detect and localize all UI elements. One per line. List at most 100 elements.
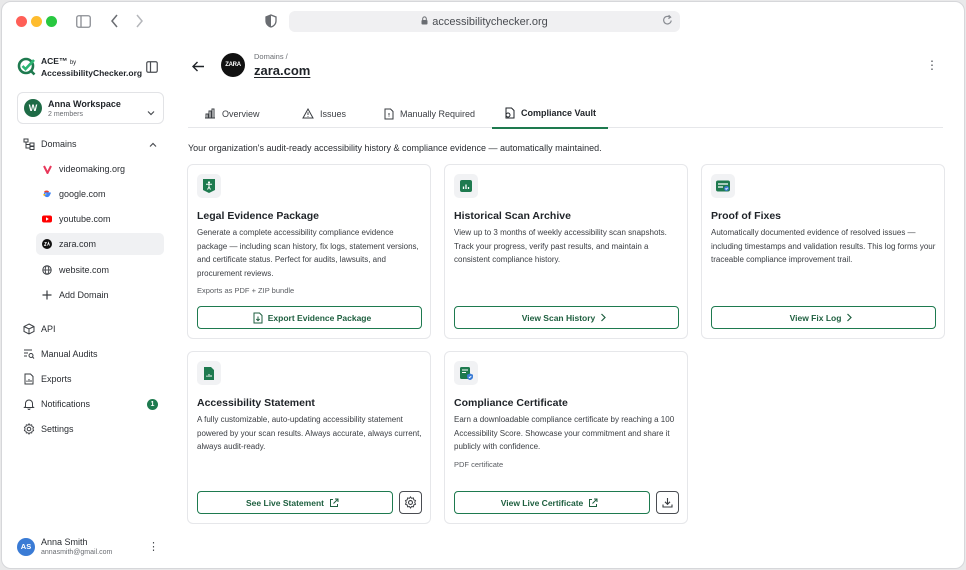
gear-icon xyxy=(22,423,35,436)
tab-overview[interactable]: Overview xyxy=(192,99,272,128)
download-certificate-button[interactable] xyxy=(656,491,679,514)
more-options-icon[interactable]: ⋮ xyxy=(926,58,938,72)
shield-icon[interactable] xyxy=(263,13,279,29)
see-live-statement-button[interactable]: See Live Statement xyxy=(197,491,393,514)
sidebar-item-label: Settings xyxy=(41,424,74,434)
add-domain-label: Add Domain xyxy=(59,290,109,300)
user-profile[interactable]: AS Anna Smith annasmith@gmail.com xyxy=(17,537,112,556)
archive-chart-icon xyxy=(454,174,478,198)
bell-icon xyxy=(22,398,35,411)
workspace-avatar: W xyxy=(24,99,42,117)
chevron-right-icon xyxy=(600,313,607,322)
sidebar-item-api[interactable]: API xyxy=(22,319,56,339)
globe-icon xyxy=(42,265,52,275)
external-link-icon xyxy=(588,498,598,508)
sidebar-item-label: Manual Audits xyxy=(41,349,98,359)
sidebar-item-label: API xyxy=(41,324,56,334)
maximize-window-button[interactable] xyxy=(46,16,57,27)
sidebar-item-manual-audits[interactable]: Manual Audits xyxy=(22,344,98,364)
view-scan-history-button[interactable]: View Scan History xyxy=(454,306,679,329)
tab-label: Overview xyxy=(222,108,260,119)
domain-item-youtube[interactable]: youtube.com xyxy=(36,208,164,230)
intro-text: Your organization's audit-ready accessib… xyxy=(188,143,602,153)
sidebar-item-notifications[interactable]: Notifications xyxy=(22,394,90,414)
tab-compliance-vault[interactable]: Compliance Vault xyxy=(492,99,609,129)
main-content: ZARA Domains / zara.com ⋮ Overview Issue… xyxy=(174,40,964,568)
reload-icon[interactable] xyxy=(662,14,673,29)
button-label: View Live Certificate xyxy=(500,497,584,508)
domain-item-videomaking[interactable]: videomaking.org xyxy=(36,158,164,180)
user-email: annasmith@gmail.com xyxy=(41,549,113,556)
user-name: Anna Smith xyxy=(41,537,88,547)
list-search-icon xyxy=(22,348,35,361)
avatar: AS xyxy=(17,537,35,556)
card-description: Automatically documented evidence of res… xyxy=(711,228,936,264)
card-title: Proof of Fixes xyxy=(711,210,782,222)
statement-document-icon xyxy=(197,361,221,385)
user-menu-icon[interactable]: ⋮ xyxy=(148,540,159,553)
tab-label: Compliance Vault xyxy=(521,108,597,118)
add-domain-button[interactable]: Add Domain xyxy=(36,284,164,306)
domain-item-zara[interactable]: zara.com xyxy=(36,233,164,255)
domain-label: zara.com xyxy=(59,239,97,249)
view-fix-log-button[interactable]: View Fix Log xyxy=(711,306,936,329)
back-arrow-icon[interactable] xyxy=(192,59,205,77)
browser-back-icon[interactable] xyxy=(107,13,123,29)
tab-issues[interactable]: Issues xyxy=(290,99,358,128)
sidebar-item-label: Exports xyxy=(41,374,72,384)
domain-label: videomaking.org xyxy=(59,164,126,174)
workspace-switcher[interactable]: W Anna Workspace 2 members xyxy=(17,92,164,124)
vault-icon xyxy=(504,107,515,119)
sidebar-item-settings[interactable]: Settings xyxy=(22,419,74,439)
sidebar: ACE™ by AccessibilityChecker.org W Anna … xyxy=(2,40,174,568)
browser-titlebar: accessibilitychecker.org xyxy=(2,2,964,40)
button-label: See Live Statement xyxy=(246,497,324,508)
minimize-window-button[interactable] xyxy=(31,16,42,27)
url-text: accessibilitychecker.org xyxy=(432,15,548,28)
tab-bar: Overview Issues Manually Required Compli… xyxy=(188,99,943,129)
breadcrumb[interactable]: Domains / xyxy=(254,52,288,61)
browser-window: accessibilitychecker.org ACE™ by Accessi… xyxy=(1,1,965,569)
cube-icon xyxy=(22,323,35,336)
page-title[interactable]: zara.com xyxy=(254,63,310,78)
card-accessibility-statement: Accessibility Statement A fully customiz… xyxy=(187,351,431,524)
card-proof-of-fixes: Proof of Fixes Automatically documented … xyxy=(701,164,945,339)
brand-logo[interactable]: ACE™ by AccessibilityChecker.org xyxy=(17,56,142,78)
chevron-up-icon xyxy=(149,140,157,150)
view-live-certificate-button[interactable]: View Live Certificate xyxy=(454,491,650,514)
statement-settings-button[interactable] xyxy=(399,491,422,514)
domain-item-website[interactable]: website.com xyxy=(36,259,164,281)
browser-forward-icon[interactable] xyxy=(131,13,147,29)
brand-name-line2: AccessibilityChecker.org xyxy=(41,68,143,78)
card-historical-scan-archive: Historical Scan Archive View up to 3 mon… xyxy=(444,164,688,339)
site-logo: ZARA xyxy=(221,53,245,77)
button-label: Export Evidence Package xyxy=(267,312,372,323)
google-favicon xyxy=(42,189,52,199)
sidebar-item-domains[interactable]: Domains xyxy=(22,134,162,154)
collapse-sidebar-icon[interactable] xyxy=(146,60,160,74)
close-window-button[interactable] xyxy=(16,16,27,27)
domain-label: website.com xyxy=(59,265,110,275)
domain-item-google[interactable]: google.com xyxy=(36,183,164,205)
sidebar-toggle-icon[interactable] xyxy=(75,13,91,29)
button-label: View Fix Log xyxy=(789,312,842,323)
sidebar-item-exports[interactable]: Exports xyxy=(22,369,72,389)
checklist-icon xyxy=(711,174,735,198)
tab-manually-required[interactable]: Manually Required xyxy=(372,99,487,128)
warning-icon xyxy=(302,108,314,119)
card-title: Compliance Certificate xyxy=(454,397,568,409)
brand-name: ACE™ xyxy=(41,56,68,66)
card-description: A fully customizable, auto-updating acce… xyxy=(197,415,422,451)
notifications-badge: 1 xyxy=(147,399,158,410)
sitemap-icon xyxy=(22,138,35,151)
gear-icon xyxy=(404,496,417,509)
button-label: View Scan History xyxy=(521,312,596,323)
address-bar[interactable]: accessibilitychecker.org xyxy=(289,11,680,32)
ace-logo-icon xyxy=(17,57,36,76)
export-evidence-package-button[interactable]: Export Evidence Package xyxy=(197,306,422,329)
lock-icon xyxy=(421,15,428,28)
card-title: Legal Evidence Package xyxy=(197,210,319,222)
document-icon xyxy=(384,108,394,120)
domain-label: youtube.com xyxy=(59,214,111,224)
file-chart-icon xyxy=(22,373,35,386)
